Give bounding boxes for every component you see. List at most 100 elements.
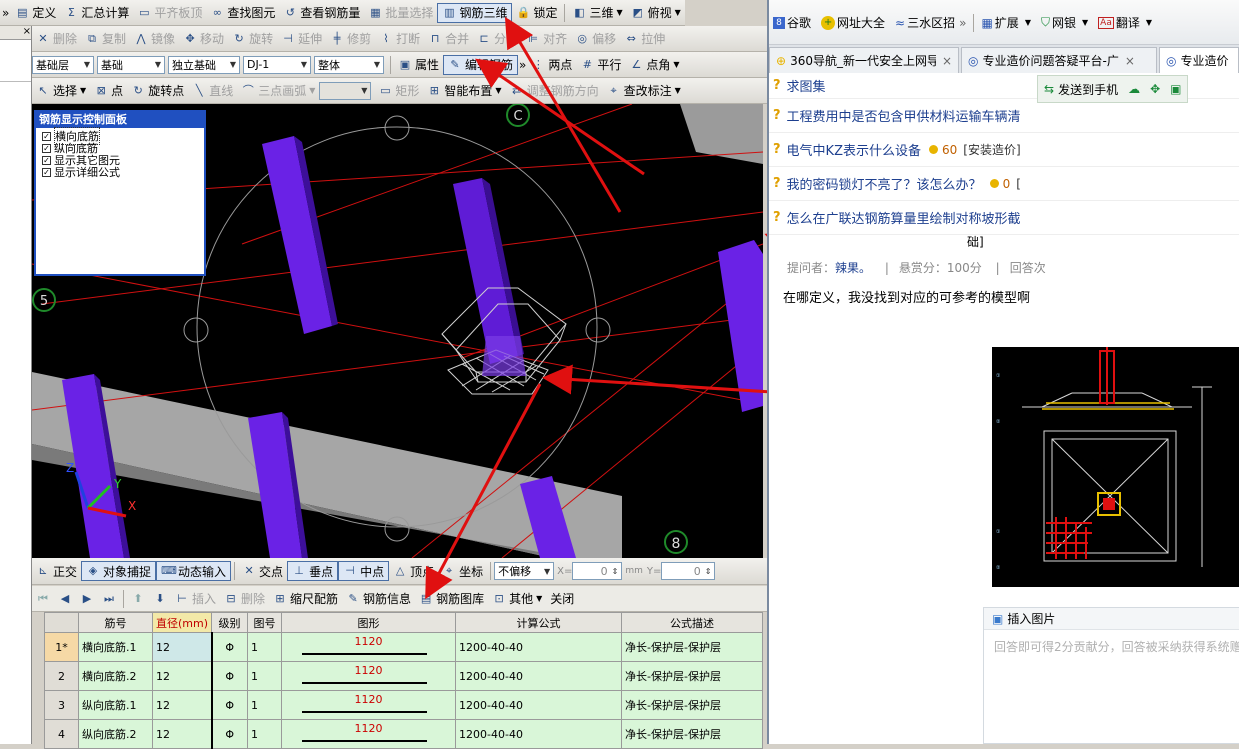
merge-button[interactable]: ⊓ 合并 [424, 29, 473, 49]
y-offset-input[interactable]: 0 ⇕ [661, 562, 716, 580]
line-button[interactable]: ╲ 直线 [188, 81, 237, 101]
question-link[interactable]: 电气中KZ表示什么设备 [787, 140, 921, 159]
3d-viewport[interactable]: C 5 8 Z Y X 钢筋显示控制面板 ✓ 横向底筋 ✓ 纵向底筋 ✓ 显示其它图元… [32, 104, 763, 558]
last-record-button[interactable]: ⏭ [98, 589, 120, 609]
object-snap-toggle[interactable]: ◈ 对象捕捉 [81, 561, 157, 581]
element-name-select[interactable]: DJ-1 ▼ [243, 55, 311, 74]
row-number[interactable]: 3 [44, 690, 79, 720]
next-record-button[interactable]: ▶ [76, 589, 98, 609]
checkbox-icon[interactable]: ✓ [42, 143, 51, 153]
shape-cell[interactable]: 1120 [281, 690, 457, 720]
offset-mode-select[interactable]: 不偏移 ▼ [494, 562, 555, 580]
col-diameter[interactable]: 直径(mm) [151, 612, 213, 633]
perpendicular-snap[interactable]: ⊥ 垂点 [287, 561, 339, 581]
formula-desc-cell[interactable]: 净长-保护层-保护层 [621, 632, 763, 662]
diameter-cell[interactable]: 12 [151, 719, 213, 749]
orbit-handle-left[interactable] [183, 317, 209, 343]
scope-select[interactable]: 整体 ▼ [314, 55, 384, 74]
point-button[interactable]: ⊠ 点 [90, 81, 127, 101]
move-down-button[interactable]: ⬇ [149, 589, 171, 609]
question-item[interactable]: ? 工程费用中是否包含甲供材料运输车辆清 [769, 99, 1239, 133]
checkbox-icon[interactable]: ✓ [42, 167, 51, 177]
orbit-handle-top[interactable] [384, 115, 410, 141]
arc-button[interactable]: ⌒ 三点画弧 ▼ [237, 81, 319, 101]
rebar-no-cell[interactable]: 纵向底筋.2 [78, 719, 153, 749]
3d-view-dropdown[interactable]: ◧ 三维 ▼ [568, 3, 626, 23]
figure-no-cell[interactable]: 1 [247, 690, 283, 720]
dynamic-input-toggle[interactable]: ⌨ 动态输入 [156, 561, 232, 581]
col-grade[interactable]: 级别 [211, 612, 249, 633]
align-button[interactable]: ⊫ 对齐 [522, 29, 571, 49]
copy-button[interactable]: ⧉ 复制 [81, 29, 130, 49]
bookmark-sanshui[interactable]: ≈ 三水区招 [895, 14, 955, 31]
question-link[interactable]: 怎么在广联达钢筋算量里绘制对称坡形截 [787, 208, 1021, 227]
scale-rebar-button[interactable]: ⊞ 缩尺配筋 [269, 589, 342, 609]
x-offset-input[interactable]: 0 ⇕ [572, 562, 623, 580]
align-top-button[interactable]: ▭ 平齐板顶 [133, 3, 206, 23]
save-icon[interactable]: ▣ [1170, 82, 1181, 96]
category-select[interactable]: 基础 ▼ [97, 55, 165, 74]
rebar-no-cell[interactable]: 纵向底筋.1 [78, 690, 153, 720]
delete-button[interactable]: ✕ 删除 [32, 29, 81, 49]
trim-button[interactable]: ╪ 修剪 [326, 29, 375, 49]
find-element-button[interactable]: ∞ 查找图元 [206, 3, 279, 23]
translate-button[interactable]: Aa 翻译 ▼ [1098, 14, 1152, 31]
floor-select[interactable]: 基础层 ▼ [32, 55, 94, 74]
row-number[interactable]: 2 [44, 661, 79, 691]
fullscreen-icon[interactable]: ✥ [1150, 82, 1160, 96]
col-formula-desc[interactable]: 公式描述 [621, 612, 763, 633]
shape-cell[interactable]: 1120 [281, 719, 457, 749]
formula-desc-cell[interactable]: 净长-保护层-保护层 [621, 661, 763, 691]
intersection-snap[interactable]: ✕ 交点 [238, 561, 287, 581]
row-number[interactable]: 1* [44, 632, 79, 662]
move-button[interactable]: ✥ 移动 [179, 29, 228, 49]
rotate-button[interactable]: ↻ 旋转 [228, 29, 277, 49]
toolbar-overflow[interactable]: » [0, 3, 11, 23]
cloud-icon[interactable]: ☁ [1128, 82, 1140, 96]
first-record-button[interactable]: ⏮ [32, 589, 54, 609]
rebar-library-button[interactable]: ▤ 钢筋图库 [415, 589, 488, 609]
question-item[interactable]: ? 怎么在广联达钢筋算量里绘制对称坡形截 [769, 201, 1239, 235]
rectangle-button[interactable]: ▭ 矩形 [374, 81, 423, 101]
tab-qa-platform[interactable]: ◎ 专业造价问题答疑平台-广 × [961, 47, 1157, 73]
formula-cell[interactable]: 1200-40-40 [455, 719, 623, 749]
rebar-no-cell[interactable]: 横向底筋.2 [78, 661, 153, 691]
table-row[interactable]: 4 纵向底筋.2 12 Φ 1 1120 1200-40-40 净长-保护层-保护层 [44, 719, 763, 749]
formula-cell[interactable]: 1200-40-40 [455, 661, 623, 691]
col-shape[interactable]: 图形 [281, 612, 457, 633]
figure-no-cell[interactable]: 1 [247, 719, 283, 749]
ebank-button[interactable]: ⛉ 网银 ▼ [1041, 14, 1088, 31]
edit-rebar-button[interactable]: ✎ 编辑钢筋 [443, 54, 519, 75]
orbit-handle-right[interactable] [585, 317, 611, 343]
rotate-point-button[interactable]: ↻ 旋转点 [127, 81, 188, 101]
coordinate-snap[interactable]: ⌖ 坐标 [438, 561, 487, 581]
adjust-rebar-direction-button[interactable]: ⇄ 调整钢筋方向 [506, 81, 603, 101]
grade-cell[interactable]: Φ [211, 719, 249, 749]
table-row[interactable]: 1* 横向底筋.1 12 Φ 1 1120 1200-40-40 净长-保护层-保护层 [44, 632, 763, 662]
extend-button[interactable]: ⊣ 延伸 [277, 29, 326, 49]
close-icon[interactable]: × [942, 54, 952, 68]
checkbox-icon[interactable]: ✓ [42, 131, 51, 141]
close-table-button[interactable]: 关闭 [546, 589, 578, 609]
figure-no-cell[interactable]: 1 [247, 632, 283, 662]
diameter-cell[interactable]: 12 [151, 690, 213, 720]
extensions-button[interactable]: ▦ 扩展 ▼ [981, 14, 1031, 31]
move-up-button[interactable]: ⬆ [127, 589, 149, 609]
option-show-detailed-formula[interactable]: ✓ 显示详细公式 [36, 166, 204, 179]
table-row[interactable]: 2 横向底筋.2 12 Φ 1 1120 1200-40-40 净长-保护层-保护层 [44, 661, 763, 691]
close-icon[interactable]: × [1125, 54, 1135, 68]
row-number[interactable]: 4 [44, 719, 79, 749]
col-figure-no[interactable]: 图号 [247, 612, 283, 633]
batch-select-button[interactable]: ▦ 批量选择 [364, 3, 437, 23]
question-item[interactable]: ? 我的密码锁灯不亮了？该怎么办？ 0 [ [769, 167, 1239, 201]
question-link[interactable]: 工程费用中是否包含甲供材料运输车辆清 [787, 106, 1021, 125]
formula-cell[interactable]: 1200-40-40 [455, 690, 623, 720]
bookmark-hao123[interactable]: + 网址大全 [821, 14, 885, 31]
table-row[interactable]: 3 纵向底筋.1 12 Φ 1 1120 1200-40-40 净长-保护层-保护层 [44, 690, 763, 720]
tab-current[interactable]: ◎ 专业造价 [1159, 47, 1239, 73]
send-to-phone-button[interactable]: ⇆ 发送到手机 [1044, 81, 1118, 98]
diameter-cell[interactable]: 12 [151, 632, 213, 662]
bookmark-google[interactable]: 8 谷歌 [773, 14, 811, 31]
other-menu-button[interactable]: ⊡ 其他 ▼ [488, 589, 546, 609]
rebar-info-button[interactable]: ✎ 钢筋信息 [342, 589, 415, 609]
